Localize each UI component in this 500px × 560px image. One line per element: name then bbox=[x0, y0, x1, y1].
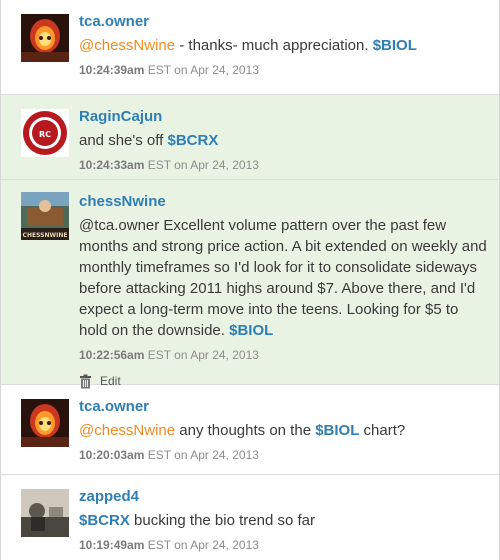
ticker-link[interactable]: $BCRX bbox=[167, 132, 218, 149]
message-item: RC RaginCajun and she's off $BCRX 10:24:… bbox=[1, 95, 499, 180]
mention-link[interactable]: @chessNwine bbox=[79, 37, 175, 54]
ticker-link[interactable]: $BCRX bbox=[79, 512, 130, 529]
ticker-link[interactable]: $BIOL bbox=[315, 422, 359, 439]
message-item: tca.owner @chessNwine - thanks- much app… bbox=[1, 0, 499, 95]
svg-text:RC: RC bbox=[39, 130, 51, 139]
message-text: and she's off $BCRX bbox=[79, 132, 219, 149]
timestamp[interactable]: 10:19:49am EST on Apr 24, 2013 bbox=[79, 537, 489, 553]
message-item: CHESSNWINE chessNwine @tca.owner Excelle… bbox=[1, 180, 499, 388]
message-body: zapped4 $BCRX bucking the bio trend so f… bbox=[79, 488, 489, 553]
timestamp[interactable]: 10:20:03am EST on Apr 24, 2013 bbox=[79, 447, 489, 463]
username-link[interactable]: zapped4 bbox=[79, 488, 489, 510]
ticker-link[interactable]: $BIOL bbox=[229, 322, 273, 339]
message-item: zapped4 $BCRX bucking the bio trend so f… bbox=[1, 475, 499, 560]
ghost-rider-avatar-icon bbox=[21, 399, 69, 447]
chessnwine-avatar-icon: CHESSNWINE bbox=[21, 192, 69, 240]
user-avatar[interactable] bbox=[21, 14, 69, 62]
message-text: $BCRX bucking the bio trend so far bbox=[79, 512, 315, 529]
user-avatar[interactable] bbox=[21, 399, 69, 447]
ragin-cajuns-logo-icon: RC bbox=[23, 111, 67, 155]
timestamp[interactable]: 10:24:39am EST on Apr 24, 2013 bbox=[79, 62, 489, 78]
username-link[interactable]: chessNwine bbox=[79, 193, 489, 215]
user-avatar[interactable]: CHESSNWINE bbox=[21, 192, 69, 240]
zapped4-avatar-icon bbox=[21, 489, 69, 537]
message-text: @chessNwine - thanks- much appreciation.… bbox=[79, 37, 417, 54]
ticker-link[interactable]: $BIOL bbox=[373, 37, 417, 54]
username-link[interactable]: tca.owner bbox=[79, 398, 489, 420]
message-body: tca.owner @chessNwine any thoughts on th… bbox=[79, 398, 489, 463]
username-link[interactable]: tca.owner bbox=[79, 13, 489, 35]
user-avatar[interactable] bbox=[21, 489, 69, 537]
message-text: @chessNwine any thoughts on the $BIOL ch… bbox=[79, 422, 406, 439]
mention-link[interactable]: @chessNwine bbox=[79, 422, 175, 439]
timestamp[interactable]: 10:24:33am EST on Apr 24, 2013 bbox=[79, 157, 489, 173]
message-text: @tca.owner Excellent volume pattern over… bbox=[79, 217, 487, 339]
message-feed: tca.owner @chessNwine - thanks- much app… bbox=[0, 0, 500, 560]
username-link[interactable]: RaginCajun bbox=[79, 108, 489, 130]
user-avatar[interactable]: RC bbox=[21, 109, 69, 157]
message-body: RaginCajun and she's off $BCRX 10:24:33a… bbox=[79, 108, 489, 173]
timestamp[interactable]: 10:22:56am EST on Apr 24, 2013 bbox=[79, 347, 489, 363]
message-body: chessNwine @tca.owner Excellent volume p… bbox=[79, 193, 489, 389]
svg-text:CHESSNWINE: CHESSNWINE bbox=[23, 232, 68, 239]
message-item: tca.owner @chessNwine any thoughts on th… bbox=[1, 385, 499, 475]
message-body: tca.owner @chessNwine - thanks- much app… bbox=[79, 13, 489, 78]
ghost-rider-avatar-icon bbox=[21, 14, 69, 62]
